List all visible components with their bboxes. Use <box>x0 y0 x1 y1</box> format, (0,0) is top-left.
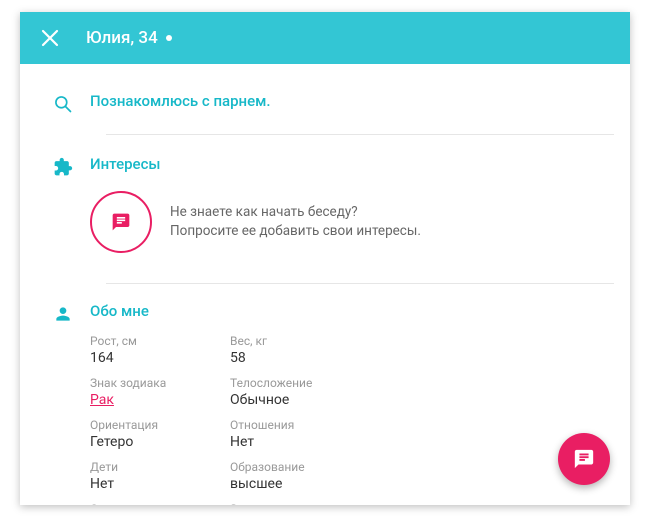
education-label: Образование <box>230 460 390 474</box>
chat-fab-button[interactable] <box>558 433 610 485</box>
close-button[interactable] <box>36 24 64 52</box>
puzzle-icon <box>53 157 73 177</box>
interests-title: Интересы <box>90 155 614 173</box>
header-title: Юлия, 34 <box>86 28 172 48</box>
online-indicator-icon <box>166 35 172 41</box>
smoking-label: Отношение к курению <box>90 502 220 505</box>
orientation-value: Гетеро <box>90 434 220 450</box>
children-label: Дети <box>90 460 220 474</box>
body-value: Обычное <box>230 392 390 408</box>
orientation-label: Ориентация <box>90 418 220 432</box>
height-value: 164 <box>90 350 220 366</box>
header-bar: Юлия, 34 <box>20 12 630 64</box>
weight-label: Вес, кг <box>230 334 390 348</box>
profile-name-age: Юлия, 34 <box>86 28 158 48</box>
about-grid: Рост, см 164 Вес, кг 58 Знак зодиака Рак… <box>90 334 614 505</box>
interests-line1: Не знаете как начать беседу? <box>170 203 421 222</box>
interests-text: Не знаете как начать беседу? Попросите е… <box>170 203 421 241</box>
children-value: Нет <box>90 476 220 492</box>
profile-card: Юлия, 34 Познакомлюсь с парнем. Интересы <box>20 12 630 505</box>
zodiac-value[interactable]: Рак <box>90 392 220 408</box>
looking-for-text: Познакомлюсь с парнем. <box>90 92 614 110</box>
looking-for-row: Познакомлюсь с парнем. <box>20 64 630 134</box>
body-label: Телосложение <box>230 376 390 390</box>
interests-prompt[interactable]: Не знаете как начать беседу? Попросите е… <box>90 187 614 261</box>
about-section: Обо мне Рост, см 164 Вес, кг 58 Знак зод… <box>20 284 630 505</box>
content-area: Познакомлюсь с парнем. Интересы Не знает… <box>20 64 630 505</box>
education-value: высшее <box>230 476 390 492</box>
zodiac-label: Знак зодиака <box>90 376 220 390</box>
relationship-value: Нет <box>230 434 390 450</box>
chat-circle-icon <box>90 191 152 253</box>
close-icon <box>41 29 59 47</box>
person-icon <box>53 304 73 324</box>
interests-section: Интересы Не знаете как начать беседу? По… <box>20 135 630 283</box>
interests-line2: Попросите ее добавить свои интересы. <box>170 222 421 241</box>
search-icon <box>53 94 73 114</box>
chat-icon <box>573 448 595 470</box>
languages-label: Знание языков <box>230 502 390 505</box>
about-title: Обо мне <box>90 302 614 320</box>
relationship-label: Отношения <box>230 418 390 432</box>
height-label: Рост, см <box>90 334 220 348</box>
weight-value: 58 <box>230 350 390 366</box>
chat-icon <box>111 212 131 232</box>
